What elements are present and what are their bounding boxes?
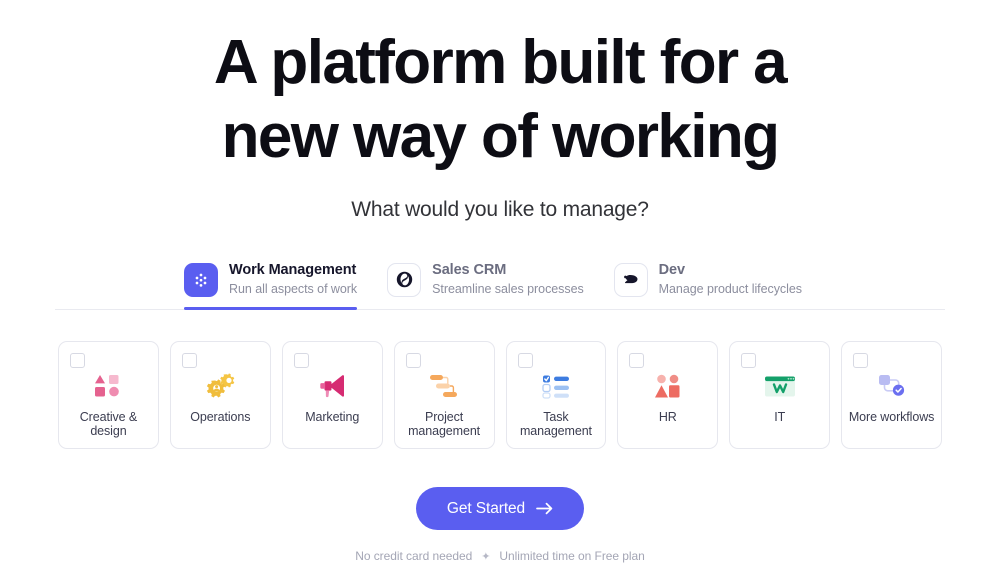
tab-dev[interactable]: Dev Manage product lifecycles	[606, 258, 824, 310]
shapes-icon	[88, 370, 128, 402]
gears-icon	[200, 370, 240, 402]
tab-sales-crm[interactable]: Sales CRM Streamline sales processes	[379, 258, 606, 310]
dev-comet-icon	[613, 262, 648, 297]
crm-swirl-icon	[387, 262, 422, 297]
card-operations-checkbox[interactable]	[181, 353, 197, 368]
card-hr-checkbox[interactable]	[629, 353, 645, 368]
card-hr-label: HR	[658, 410, 677, 424]
tab-work-management-desc: Run all aspects of work	[229, 282, 358, 296]
card-operations[interactable]: Operations	[169, 341, 271, 449]
people-icon	[648, 370, 688, 402]
tab-work-management-label: Work Management	[229, 262, 357, 278]
tab-sales-crm-desc: Streamline sales processes	[432, 282, 584, 296]
card-it-label: IT	[774, 410, 786, 424]
cta-section: Get Started No credit card needed ✦ Unli…	[355, 487, 645, 563]
browser-w-icon	[760, 370, 800, 402]
workflow-icon	[872, 370, 912, 402]
category-cards: Creative & design Operations Marketing P…	[0, 341, 1000, 449]
card-task-management-label: Task management	[519, 410, 592, 438]
cta-note: No credit card needed ✦ Unlimited time o…	[355, 549, 645, 563]
megaphone-icon	[312, 370, 352, 402]
tab-dev-desc: Manage product lifecycles	[658, 282, 802, 296]
card-creative-design-checkbox[interactable]	[70, 353, 85, 368]
get-started-label: Get Started	[446, 499, 526, 517]
card-more-workflows-checkbox[interactable]	[853, 353, 869, 368]
card-more-workflows[interactable]: More workflows	[841, 341, 942, 449]
tab-work-management[interactable]: Work Management Run all aspects of work	[176, 258, 379, 310]
card-marketing[interactable]: Marketing	[281, 341, 383, 449]
product-tabs-section: Work Management Run all aspects of work …	[0, 258, 1000, 310]
card-marketing-checkbox[interactable]	[293, 353, 309, 368]
page-title: A platform built for a new way of workin…	[150, 26, 850, 174]
card-it-checkbox[interactable]	[741, 353, 757, 368]
card-project-management-label: Project management	[408, 410, 481, 438]
product-tabs: Work Management Run all aspects of work …	[0, 258, 1000, 310]
tab-dev-label: Dev	[658, 262, 685, 278]
card-more-workflows-label: More workflows	[848, 410, 935, 424]
card-creative-design-label: Creative & design	[79, 410, 138, 438]
tab-work-management-text: Work Management Run all aspects of work	[229, 262, 357, 297]
checklist-icon	[536, 370, 576, 402]
card-marketing-label: Marketing	[305, 410, 360, 424]
card-project-management[interactable]: Project management	[393, 341, 495, 449]
card-hr[interactable]: HR	[617, 341, 719, 449]
card-creative-design[interactable]: Creative & design	[58, 341, 159, 449]
dots-grid-icon	[184, 262, 219, 297]
landing-page: A platform built for a new way of workin…	[0, 0, 1000, 585]
sparkle-icon: ✦	[481, 550, 491, 563]
hero-section: A platform built for a new way of workin…	[0, 0, 1000, 224]
gantt-icon	[424, 370, 464, 402]
card-project-management-checkbox[interactable]	[405, 353, 421, 368]
active-tab-indicator	[184, 307, 358, 310]
page-subtitle: What would you like to manage?	[351, 198, 649, 221]
arrow-right-icon	[536, 502, 553, 515]
cta-note-right: Unlimited time on Free plan	[499, 549, 645, 563]
page-title-line-2: new way of working	[221, 102, 780, 171]
cta-note-left: No credit card needed	[355, 549, 473, 563]
card-task-management[interactable]: Task management	[505, 341, 607, 449]
tab-sales-crm-label: Sales CRM	[432, 262, 507, 278]
card-it[interactable]: IT	[729, 341, 831, 449]
get-started-button[interactable]: Get Started	[415, 487, 585, 530]
page-title-line-1: A platform built for a	[213, 28, 788, 97]
card-task-management-checkbox[interactable]	[517, 353, 533, 368]
tab-sales-crm-text: Sales CRM Streamline sales processes	[432, 262, 584, 297]
tab-dev-text: Dev Manage product lifecycles	[659, 262, 802, 297]
card-operations-label: Operations	[190, 410, 251, 424]
